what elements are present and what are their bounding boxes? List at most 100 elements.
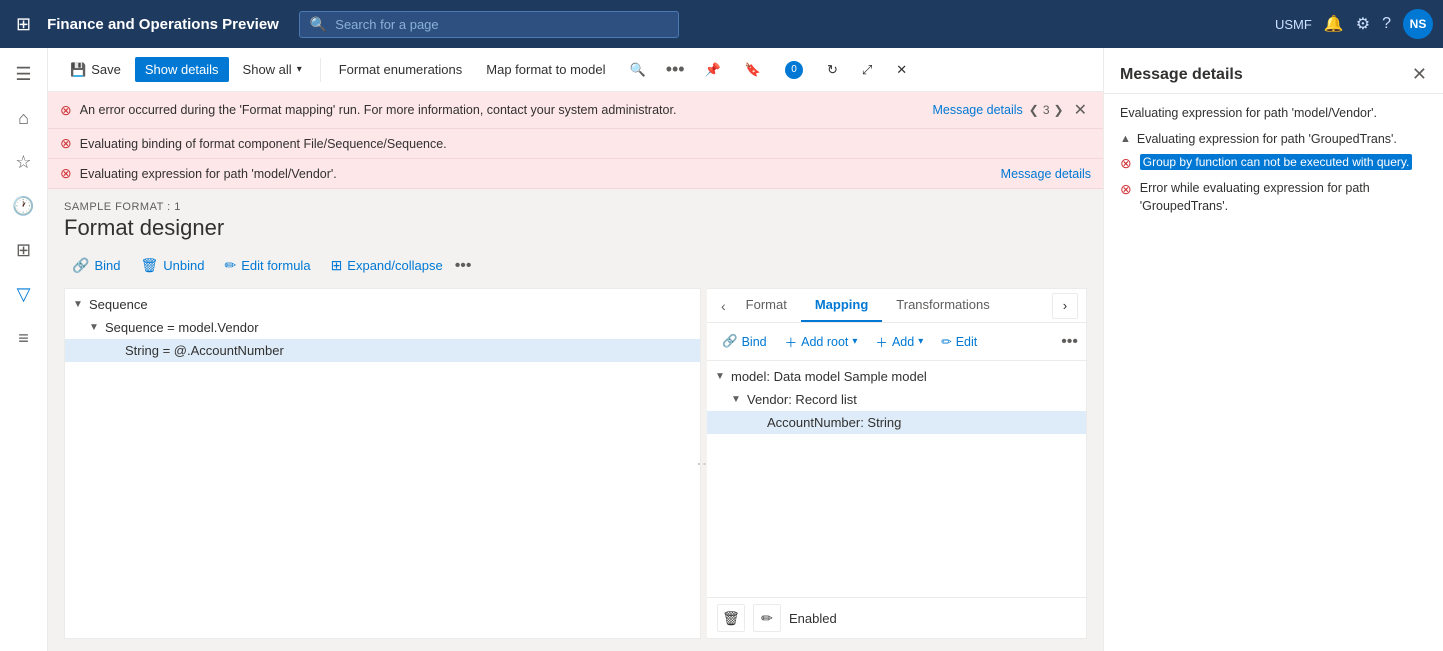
format-enumerations-button[interactable]: Format enumerations — [329, 57, 473, 82]
pin-button[interactable]: 📌 — [695, 57, 731, 83]
user-avatar[interactable]: NS — [1403, 9, 1433, 39]
add-dropdown-icon: ▾ — [918, 336, 923, 347]
message-section-header[interactable]: ▲ Evaluating expression for path 'Groupe… — [1120, 132, 1427, 146]
grid-icon[interactable]: ⊞ — [10, 14, 37, 35]
edit-button[interactable]: ✏ Edit — [934, 331, 984, 352]
refresh-button[interactable]: ↻ — [817, 57, 848, 83]
tree-item-sequence[interactable]: ▼ Sequence — [65, 293, 700, 316]
expand-collapse-button[interactable]: ⊞ Expand/collapse — [323, 253, 451, 278]
add-icon: ＋ — [875, 332, 888, 351]
tree-item-string-account[interactable]: String = @.AccountNumber — [65, 339, 700, 362]
close-toolbar-button[interactable]: ✕ — [886, 57, 917, 83]
panel-more-button[interactable]: ••• — [1061, 333, 1078, 351]
search-toolbar-button[interactable]: 🔍 — [620, 57, 656, 83]
map-format-button[interactable]: Map format to model — [476, 57, 615, 82]
toolbar-more-button[interactable]: ••• — [660, 55, 691, 84]
bottom-toolbar: 🗑 ✏ Enabled — [707, 597, 1086, 638]
message-error-1-text: Group by function can not be executed wi… — [1140, 154, 1413, 170]
sidebar-item-filter[interactable]: ▽ — [4, 274, 44, 314]
tab-mapping[interactable]: Mapping — [801, 289, 882, 322]
message-panel-title: Message details — [1120, 66, 1243, 84]
error-row-1: ⊗ An error occurred during the 'Format m… — [48, 92, 1103, 129]
rtree-arrow-model: ▼ — [715, 371, 727, 382]
message-details-panel: Message details ✕ Evaluating expression … — [1103, 48, 1443, 651]
sidebar-item-modules[interactable]: ⊞ — [4, 230, 44, 270]
section-arrow-icon: ▲ — [1120, 133, 1131, 145]
message-error-2-text: Error while evaluating expression for pa… — [1140, 180, 1427, 215]
expand-collapse-icon: ⊞ — [331, 257, 343, 274]
bind-button[interactable]: 🔗 Bind — [64, 253, 128, 278]
error-icon-3: ⊗ — [60, 165, 72, 182]
tab-arrow-left[interactable]: ‹ — [715, 292, 732, 320]
rtree-item-account[interactable]: AccountNumber: String — [707, 411, 1086, 434]
settings-button[interactable]: ⚙ — [1356, 14, 1370, 34]
main-toolbar: 💾 Save Show details Show all ▾ Format en… — [48, 48, 1103, 92]
unbind-icon: 🗑 — [140, 257, 158, 274]
rtree-item-model[interactable]: ▼ model: Data model Sample model — [707, 365, 1086, 388]
tab-format[interactable]: Format — [732, 289, 801, 322]
error-icon-1: ⊗ — [60, 102, 72, 119]
tree-item-sequence-vendor[interactable]: ▼ Sequence = model.Vendor — [65, 316, 700, 339]
designer-more-button[interactable]: ••• — [455, 257, 472, 275]
msg-error-icon-1: ⊗ — [1120, 155, 1132, 172]
sidebar-item-dashboard[interactable]: ⌂ — [4, 98, 44, 138]
right-mapping-panel: ‹ Format Mapping Transformations › 🔗 Bin… — [707, 288, 1087, 639]
sidebar-item-home[interactable]: ☰ — [4, 54, 44, 94]
designer-main: SAMPLE FORMAT : 1 Format designer 🔗 Bind… — [48, 189, 1103, 651]
tab-nav-button[interactable]: › — [1052, 293, 1078, 319]
add-button[interactable]: ＋ Add ▾ — [868, 329, 930, 354]
nav-right-section: USMF 🔔 ⚙ ? NS — [1275, 9, 1433, 39]
search-input[interactable] — [335, 17, 668, 32]
tab-transformations[interactable]: Transformations — [882, 289, 1003, 322]
error-icon-2: ⊗ — [60, 135, 72, 152]
sidebar-item-recent[interactable]: 🕐 — [4, 186, 44, 226]
panel-bind-icon: 🔗 — [722, 334, 738, 349]
message-panel-header: Message details ✕ — [1104, 48, 1443, 94]
show-details-button[interactable]: Show details — [135, 57, 229, 82]
bind-icon: 🔗 — [72, 257, 89, 274]
message-panel-intro: Evaluating expression for path 'model/Ve… — [1120, 106, 1427, 120]
search-bar[interactable]: 🔍 — [299, 11, 679, 38]
toolbar-divider-1 — [320, 58, 321, 82]
add-root-icon: ＋ — [785, 332, 798, 351]
tree-arrow-sequence: ▼ — [73, 299, 85, 310]
edit-icon: ✏ — [941, 334, 951, 349]
message-details-link-1[interactable]: Message details — [932, 103, 1022, 117]
left-format-panel: ▼ Sequence ▼ Sequence = model.Vendor Str… — [64, 288, 701, 639]
unbind-button[interactable]: 🗑 Unbind — [132, 253, 212, 278]
sidebar-item-list[interactable]: ≡ — [4, 318, 44, 358]
split-panel: ▼ Sequence ▼ Sequence = model.Vendor Str… — [64, 288, 1087, 639]
designer-title: Format designer — [64, 215, 1087, 241]
designer-toolbar: 🔗 Bind 🗑 Unbind ✏ Edit formula ⊞ Expand/… — [64, 253, 1087, 278]
bookmark-button[interactable]: 🔖 — [735, 57, 771, 83]
message-details-link-3[interactable]: Message details — [1001, 167, 1091, 181]
edit-formula-button[interactable]: ✏ Edit formula — [216, 253, 318, 278]
message-error-2: ⊗ Error while evaluating expression for … — [1120, 180, 1427, 215]
error-nav-left[interactable]: ❮ — [1029, 103, 1039, 117]
save-button[interactable]: 💾 Save — [60, 57, 131, 83]
status-label: Enabled — [789, 611, 837, 626]
rtree-item-vendor[interactable]: ▼ Vendor: Record list — [707, 388, 1086, 411]
edit-bottom-button[interactable]: ✏ — [753, 604, 781, 632]
add-root-button[interactable]: ＋ Add root ▾ — [778, 329, 865, 354]
message-panel-close-button[interactable]: ✕ — [1412, 64, 1427, 85]
save-icon: 💾 — [70, 62, 86, 78]
main-layout: ☰ ⌂ ☆ 🕐 ⊞ ▽ ≡ 💾 Save Show details Show a… — [0, 48, 1443, 651]
badge-button[interactable]: 0 — [775, 56, 813, 84]
error-text-3: Evaluating expression for path 'model/Ve… — [80, 167, 993, 181]
add-root-dropdown-icon: ▾ — [852, 336, 857, 347]
panel-bind-button[interactable]: 🔗 Bind — [715, 331, 774, 352]
open-new-button[interactable]: ⤢ — [852, 57, 882, 83]
message-error-1: ⊗ Group by function can not be executed … — [1120, 154, 1427, 172]
error-banners: ⊗ An error occurred during the 'Format m… — [48, 92, 1103, 189]
user-region-label: USMF — [1275, 17, 1312, 32]
error-close-button[interactable]: ✕ — [1070, 98, 1091, 122]
show-all-button[interactable]: Show all ▾ — [233, 57, 312, 82]
help-button[interactable]: ? — [1382, 15, 1391, 33]
notifications-button[interactable]: 🔔 — [1324, 14, 1344, 34]
error-count-area: Message details ❮ 3 ❯ ✕ — [932, 98, 1091, 122]
tree-arrow-vendor: ▼ — [89, 322, 101, 333]
delete-button[interactable]: 🗑 — [717, 604, 745, 632]
sidebar-item-favorites[interactable]: ☆ — [4, 142, 44, 182]
error-nav-right[interactable]: ❯ — [1054, 103, 1064, 117]
